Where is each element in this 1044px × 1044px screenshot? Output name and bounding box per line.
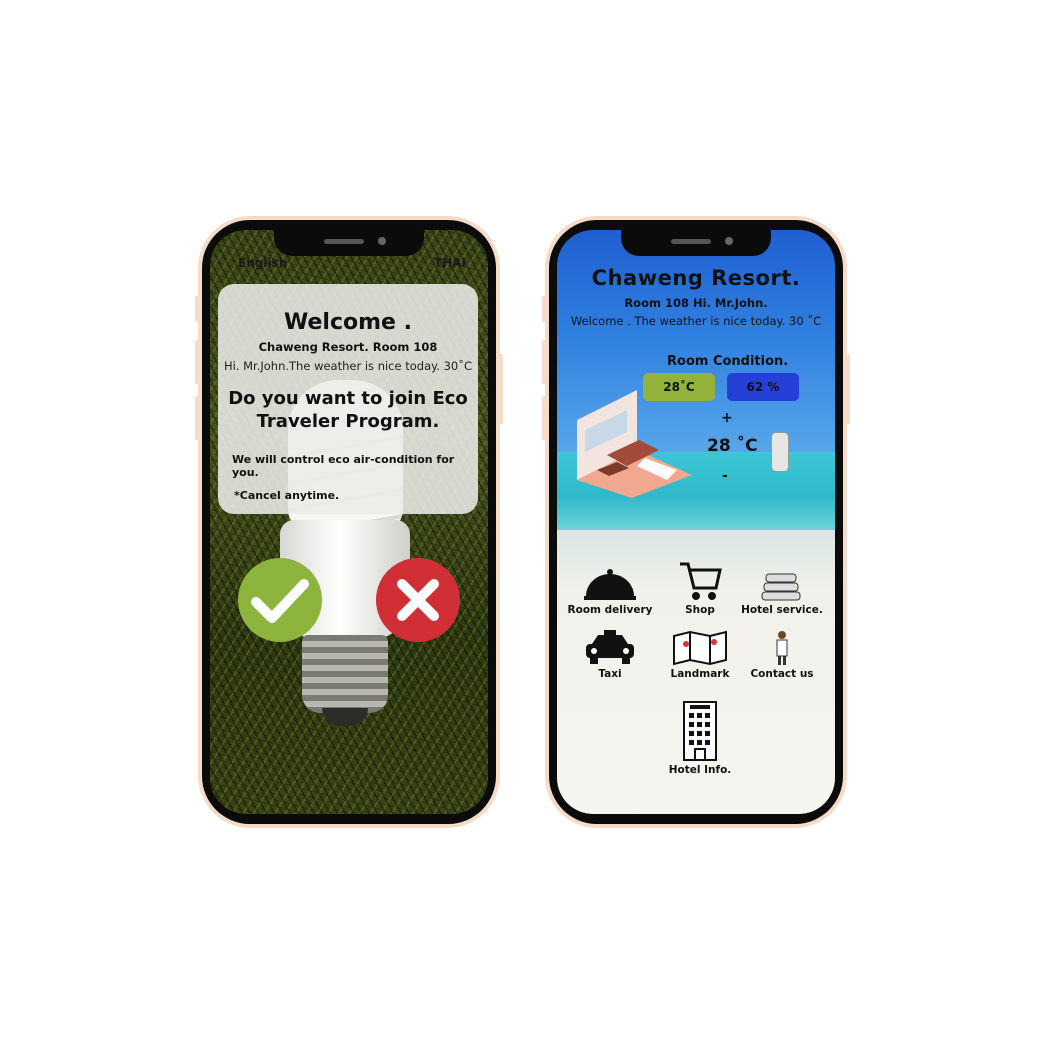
volume-down-button [542,396,546,440]
decline-button[interactable] [376,558,460,642]
taxi-icon [586,630,634,664]
accept-button[interactable] [238,558,322,642]
speaker [671,239,711,244]
service-landmark[interactable]: Landmark [655,630,745,680]
power-button [846,354,850,424]
service-contact-us[interactable]: Contact us [737,630,827,680]
towels-icon [761,573,801,601]
remote-icon [771,432,789,472]
phone-notch [621,230,771,256]
mute-switch [542,296,546,322]
service-shop[interactable]: Shop [655,560,745,616]
language-english-button[interactable]: English [238,256,287,270]
right-screen: Chaweng Resort. Room 108 Hi. Mr.John. We… [557,230,835,814]
staff-icon [776,631,788,665]
service-hotel-info[interactable]: Hotel Info. [655,700,745,776]
greeting-text: Welcome . The weather is nice today. 30 … [570,314,822,328]
temp-increase-button[interactable]: + [721,410,733,426]
map-icon [673,630,727,666]
volume-up-button [542,340,546,384]
close-icon [397,579,439,621]
bulb-screw [302,635,388,713]
phone-left: English THAI Welcome . Chaweng Resort. R… [195,216,503,828]
service-label: Shop [685,604,715,616]
greeting-text: Hi. Mr.John.The weather is nice today. 3… [223,359,473,373]
humidity-pill: 62 % [727,373,799,401]
welcome-card: Welcome . Chaweng Resort. Room 108 Hi. M… [218,284,478,514]
power-button [499,354,503,424]
front-camera [725,237,733,245]
hotel-building-icon [683,701,717,761]
service-label: Hotel Info. [668,764,732,776]
temp-decrease-button[interactable]: - [722,468,728,484]
speaker [324,239,364,244]
language-thai-button[interactable]: THAI [434,256,466,270]
room-line: Room 108 Hi. Mr.John. [624,296,768,310]
service-label: Taxi [598,668,622,680]
cloche-icon [584,569,636,600]
cancel-note: *Cancel anytime. [234,489,340,502]
left-screen: English THAI Welcome . Chaweng Resort. R… [210,230,488,814]
service-label: Contact us [750,668,814,680]
service-room-delivery[interactable]: Room delivery [565,566,655,616]
phone-notch [274,230,424,256]
check-icon [251,579,309,623]
volume-down-button [195,396,199,440]
set-temperature: 28 ˚C [707,436,758,456]
join-question: Do you want to join Eco Traveler Program… [228,388,468,432]
service-taxi[interactable]: Taxi [565,630,655,680]
resort-room-line: Chaweng Resort. Room 108 [258,340,438,354]
service-hotel-service[interactable]: Hotel service. [737,568,827,616]
mute-switch [195,296,199,322]
service-label: Hotel service. [741,604,823,616]
cart-icon [680,562,722,600]
front-camera [378,237,386,245]
room-condition-label: Room Condition. [667,354,789,369]
service-label: Landmark [670,668,730,680]
welcome-title: Welcome . [284,310,412,335]
service-label: Room delivery [567,604,653,616]
volume-up-button [195,340,199,384]
temperature-pill: 28˚C [643,373,715,401]
eco-note: We will control eco air-condition for yo… [232,453,455,479]
resort-title: Chaweng Resort. [591,266,801,290]
phone-right: Chaweng Resort. Room 108 Hi. Mr.John. We… [542,216,850,828]
